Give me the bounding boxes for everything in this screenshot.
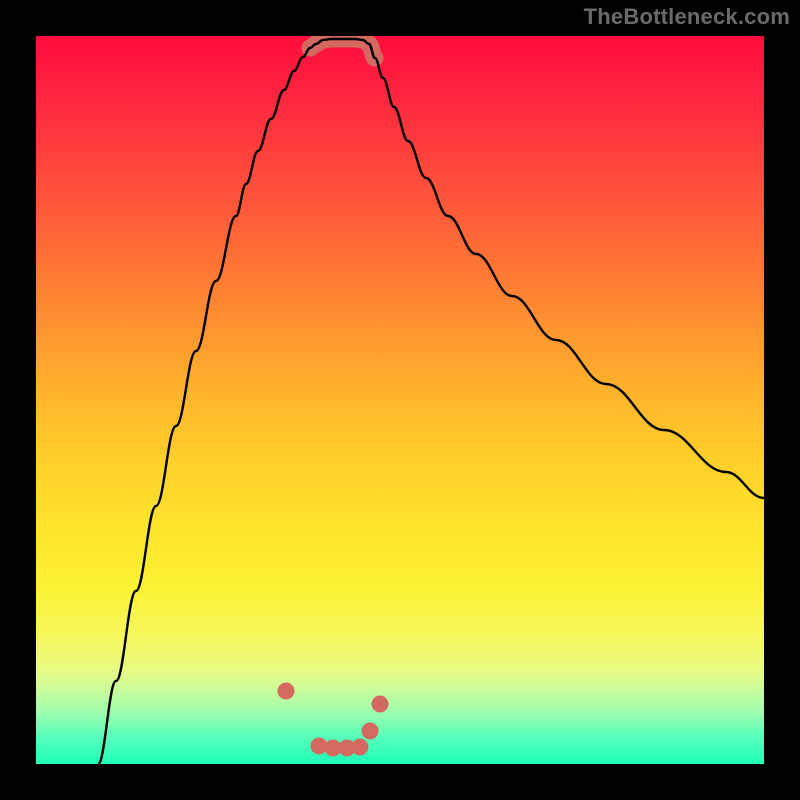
curves-layer [36,36,764,764]
watermark-text: TheBottleneck.com [584,4,790,30]
left-curve [98,39,375,764]
right-curve [369,44,764,498]
marker-dots [278,683,389,757]
marker-dot [362,723,379,740]
plot-area [36,36,764,764]
outer-frame: TheBottleneck.com [0,0,800,800]
marker-dot [352,739,369,756]
marker-dot [278,683,295,700]
marker-dot [372,696,389,713]
